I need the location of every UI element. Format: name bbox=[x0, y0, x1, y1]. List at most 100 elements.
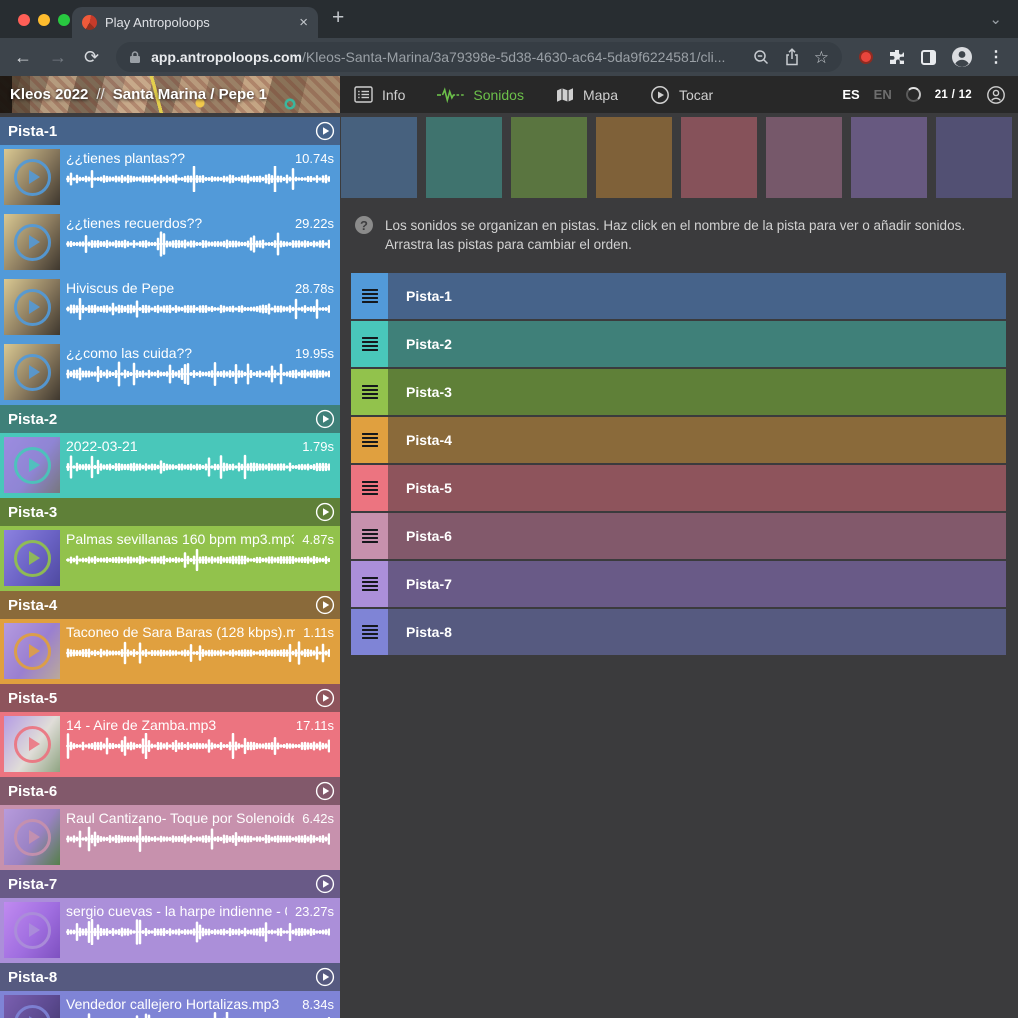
sound-clip[interactable]: Hiviscus de Pepe28.78s bbox=[0, 275, 340, 340]
window-zoom-button[interactable] bbox=[58, 14, 70, 26]
swatch-pista-6[interactable] bbox=[766, 117, 842, 198]
tab-info[interactable]: Info bbox=[354, 86, 405, 103]
extensions-puzzle-icon[interactable] bbox=[888, 48, 906, 66]
drag-handle[interactable] bbox=[351, 417, 388, 463]
sidebar-track-header[interactable]: Pista-2 bbox=[0, 405, 340, 433]
track-row-pista-7[interactable]: Pista-7 bbox=[351, 561, 1006, 607]
new-tab-button[interactable]: + bbox=[332, 6, 344, 30]
project-title[interactable]: Kleos 2022 bbox=[10, 86, 88, 103]
browser-menu-icon[interactable]: ⋮ bbox=[988, 47, 1004, 67]
sound-clip[interactable]: Raul Cantizano- Toque por Solenoide.mp36… bbox=[0, 805, 340, 870]
clip-play-icon[interactable] bbox=[14, 726, 51, 763]
lang-es-button[interactable]: ES bbox=[842, 87, 859, 102]
lang-en-button[interactable]: EN bbox=[874, 87, 892, 102]
swatch-pista-5[interactable] bbox=[681, 117, 757, 198]
clip-thumbnail[interactable] bbox=[4, 530, 60, 586]
swatch-pista-8[interactable] bbox=[936, 117, 1012, 198]
bookmark-star-icon[interactable]: ☆ bbox=[814, 49, 829, 66]
sound-clip[interactable]: Palmas sevillanas 160 bpm mp3.mp34.87s bbox=[0, 526, 340, 591]
clip-play-icon[interactable] bbox=[14, 224, 51, 261]
sound-clip[interactable]: ¿¿tienes plantas??10.74s bbox=[0, 145, 340, 210]
sidebar-track-header[interactable]: Pista-6 bbox=[0, 777, 340, 805]
track-row-pista-2[interactable]: Pista-2 bbox=[351, 321, 1006, 367]
drag-handle[interactable] bbox=[351, 561, 388, 607]
browser-tab[interactable]: Play Antropoloops × bbox=[72, 7, 318, 38]
clip-thumbnail[interactable] bbox=[4, 809, 60, 865]
sidebar-track-header[interactable]: Pista-4 bbox=[0, 591, 340, 619]
sidebar-track-header[interactable]: Pista-1 bbox=[0, 117, 340, 145]
sound-clip[interactable]: ¿¿como las cuida??19.95s bbox=[0, 340, 340, 405]
sidebar-track-header[interactable]: Pista-3 bbox=[0, 498, 340, 526]
clip-play-icon[interactable] bbox=[14, 912, 51, 949]
track-play-button[interactable] bbox=[314, 687, 336, 709]
track-play-button[interactable] bbox=[314, 780, 336, 802]
swatch-pista-7[interactable] bbox=[851, 117, 927, 198]
clip-thumbnail[interactable] bbox=[4, 623, 60, 679]
sound-clip[interactable]: 14 - Aire de Zamba.mp317.11s bbox=[0, 712, 340, 777]
sound-clip[interactable]: 2022-03-211.79s bbox=[0, 433, 340, 498]
drag-handle[interactable] bbox=[351, 321, 388, 367]
reload-button[interactable]: ⟳ bbox=[84, 48, 99, 66]
track-row-pista-1[interactable]: Pista-1 bbox=[351, 273, 1006, 319]
clip-play-icon[interactable] bbox=[14, 447, 51, 484]
record-extension-icon[interactable] bbox=[859, 50, 873, 64]
sound-clip[interactable]: sergio cuevas - la harpe indienne - 03 -… bbox=[0, 898, 340, 963]
back-button[interactable]: ← bbox=[14, 48, 32, 66]
track-row-pista-4[interactable]: Pista-4 bbox=[351, 417, 1006, 463]
share-icon[interactable] bbox=[784, 48, 800, 66]
swatch-pista-2[interactable] bbox=[426, 117, 502, 198]
track-play-button[interactable] bbox=[314, 966, 336, 988]
clip-thumbnail[interactable] bbox=[4, 344, 60, 400]
clip-play-icon[interactable] bbox=[14, 159, 51, 196]
clip-thumbnail[interactable] bbox=[4, 716, 60, 772]
track-row-pista-8[interactable]: Pista-8 bbox=[351, 609, 1006, 655]
clip-thumbnail[interactable] bbox=[4, 902, 60, 958]
clip-play-icon[interactable] bbox=[14, 1005, 51, 1018]
clip-play-icon[interactable] bbox=[14, 540, 51, 577]
track-play-button[interactable] bbox=[314, 594, 336, 616]
track-row-pista-5[interactable]: Pista-5 bbox=[351, 465, 1006, 511]
clip-play-icon[interactable] bbox=[14, 819, 51, 856]
drag-handle[interactable] bbox=[351, 513, 388, 559]
tab-tocar[interactable]: Tocar bbox=[650, 85, 713, 105]
clip-thumbnail[interactable] bbox=[4, 437, 60, 493]
track-row-pista-6[interactable]: Pista-6 bbox=[351, 513, 1006, 559]
track-play-button[interactable] bbox=[314, 408, 336, 430]
track-play-button[interactable] bbox=[314, 120, 336, 142]
clip-thumbnail[interactable] bbox=[4, 149, 60, 205]
address-bar[interactable]: app.antropoloops.com/Kleos-Santa-Marina/… bbox=[116, 42, 842, 72]
clip-play-icon[interactable] bbox=[14, 354, 51, 391]
window-minimize-button[interactable] bbox=[38, 14, 50, 26]
tab-close-icon[interactable]: × bbox=[299, 15, 308, 30]
clip-thumbnail[interactable] bbox=[4, 214, 60, 270]
clip-thumbnail[interactable] bbox=[4, 279, 60, 335]
sound-clip[interactable]: Vendedor callejero Hortalizas.mp38.34s bbox=[0, 991, 340, 1018]
track-row-pista-3[interactable]: Pista-3 bbox=[351, 369, 1006, 415]
sidebar-track-header[interactable]: Pista-5 bbox=[0, 684, 340, 712]
sidebar-track-header[interactable]: Pista-8 bbox=[0, 963, 340, 991]
swatch-pista-3[interactable] bbox=[511, 117, 587, 198]
sound-clip[interactable]: ¿¿tienes recuerdos??29.22s bbox=[0, 210, 340, 275]
track-play-button[interactable] bbox=[314, 501, 336, 523]
drag-handle[interactable] bbox=[351, 609, 388, 655]
track-play-button[interactable] bbox=[314, 873, 336, 895]
account-icon[interactable] bbox=[986, 85, 1006, 105]
drag-handle[interactable] bbox=[351, 465, 388, 511]
sound-clip[interactable]: Taconeo de Sara Baras (128 kbps).mp31.11… bbox=[0, 619, 340, 684]
drag-handle[interactable] bbox=[351, 273, 388, 319]
clip-play-icon[interactable] bbox=[14, 289, 51, 326]
tab-sonidos[interactable]: Sonidos bbox=[437, 87, 524, 103]
zoom-out-icon[interactable] bbox=[752, 48, 770, 66]
forward-button[interactable]: → bbox=[49, 48, 67, 66]
sidebar-track-header[interactable]: Pista-7 bbox=[0, 870, 340, 898]
clip-play-icon[interactable] bbox=[14, 633, 51, 670]
tab-search-chevron-icon[interactable]: ⌄ bbox=[989, 10, 1002, 28]
clip-thumbnail[interactable] bbox=[4, 995, 60, 1018]
drag-handle[interactable] bbox=[351, 369, 388, 415]
tab-mapa[interactable]: Mapa bbox=[556, 87, 618, 103]
swatch-pista-1[interactable] bbox=[341, 117, 417, 198]
side-panel-icon[interactable] bbox=[921, 50, 936, 65]
profile-avatar-icon[interactable] bbox=[951, 46, 973, 68]
window-close-button[interactable] bbox=[18, 14, 30, 26]
swatch-pista-4[interactable] bbox=[596, 117, 672, 198]
